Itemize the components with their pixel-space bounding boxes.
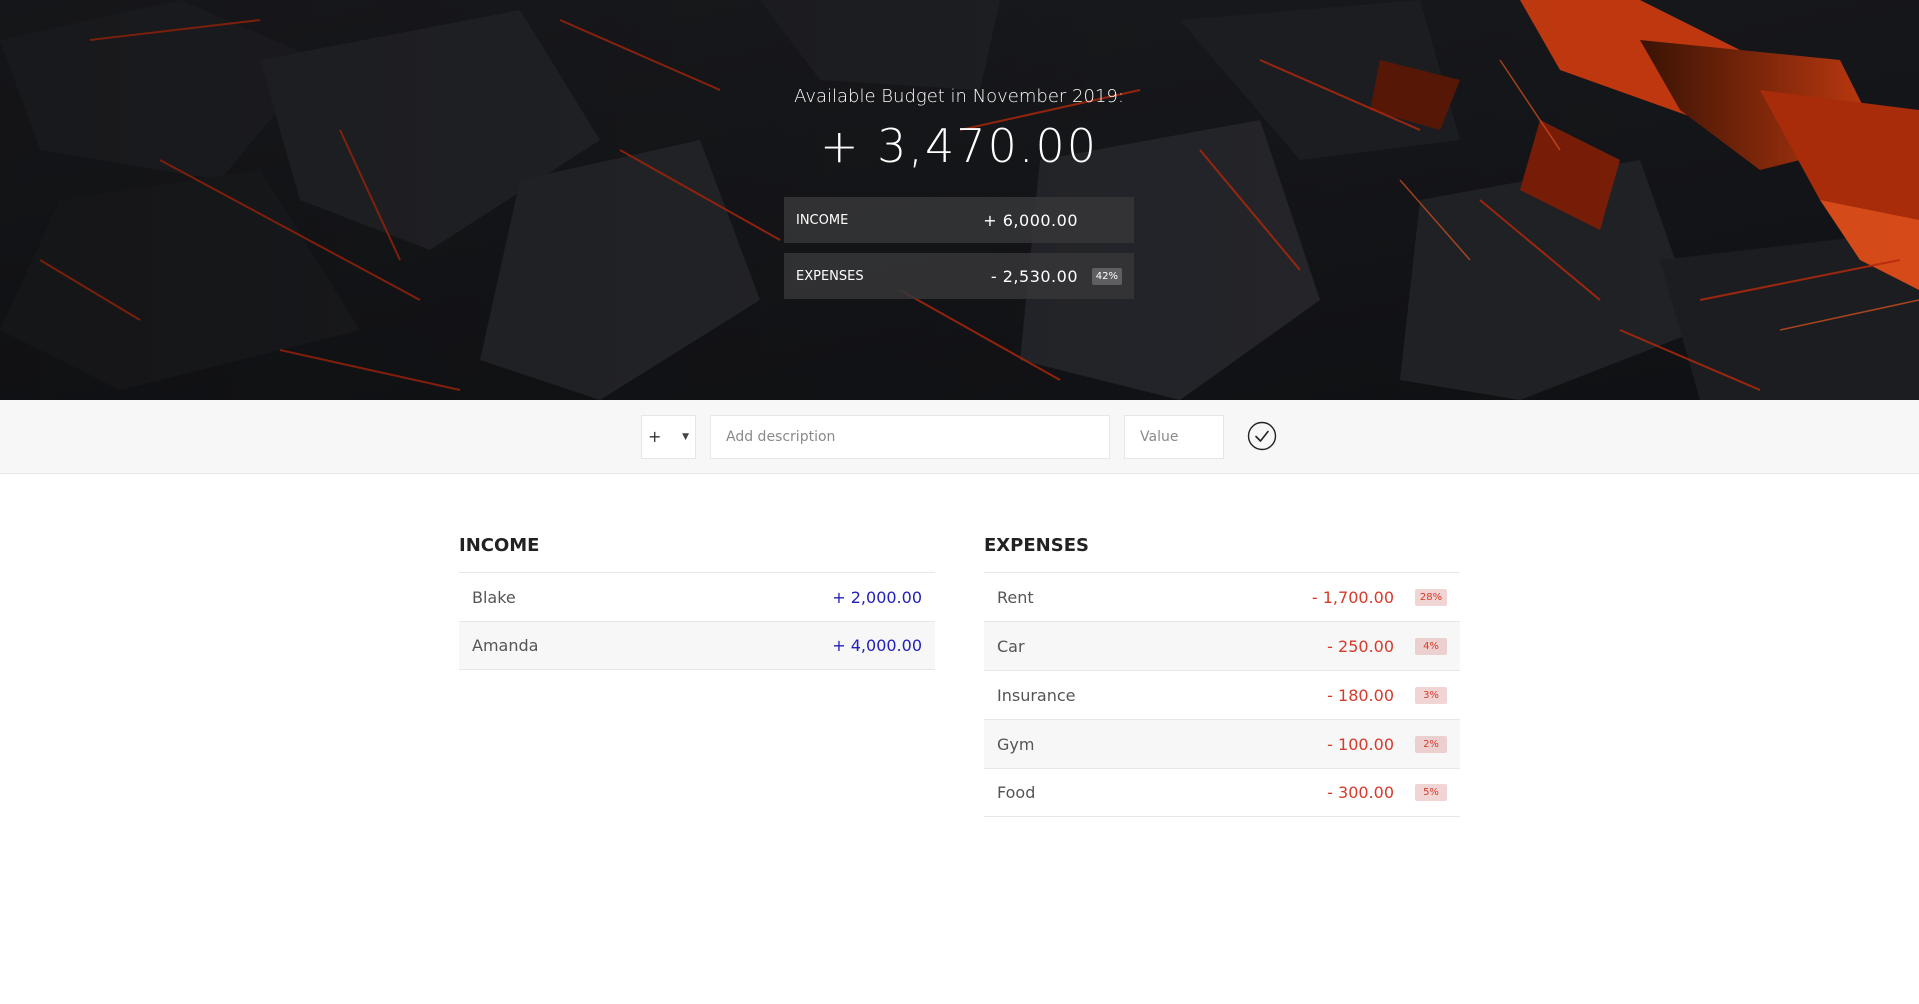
income-summary: Income + 6,000.00 <box>784 197 1134 243</box>
expense-item-value: - 1,700.00 <box>1311 587 1394 607</box>
expense-item-value: - 180.00 <box>1327 685 1394 705</box>
income-item-value: + 4,000.00 <box>832 636 922 655</box>
expense-item-description: Food <box>997 783 1036 802</box>
expense-item-description: Insurance <box>997 685 1076 705</box>
expense-item[interactable]: Food - 300.00 5% <box>984 768 1460 817</box>
expense-item-description: Rent <box>997 587 1034 607</box>
check-circle-icon <box>1247 421 1277 451</box>
budget-value: + 3,470.00 <box>819 119 1098 173</box>
income-list-items: Blake + 2,000.00 Amanda + 4,000.00 <box>459 572 935 670</box>
value-input[interactable] <box>1124 415 1224 459</box>
expense-item-percentage: 2% <box>1415 735 1447 753</box>
income-list: Income Blake + 2,000.00 Amanda + 4,000.0… <box>459 532 935 670</box>
expense-item[interactable]: Car - 250.00 4% <box>984 621 1460 670</box>
expense-item[interactable]: Rent - 1,700.00 28% <box>984 572 1460 621</box>
budget-summary: Available Budget in November 2019: + 3,4… <box>784 86 1134 309</box>
income-summary-label: Income <box>796 212 849 228</box>
income-item[interactable]: Amanda + 4,000.00 <box>459 621 935 670</box>
expense-item-percentage: 5% <box>1415 784 1447 801</box>
chevron-down-icon: ▼ <box>682 432 689 442</box>
type-select-value: + <box>648 427 662 446</box>
expense-item-description: Gym <box>997 734 1035 754</box>
income-summary-value: + 6,000.00 <box>983 210 1078 230</box>
expense-item-description: Car <box>997 636 1025 656</box>
expense-item-percentage: 28% <box>1415 588 1447 606</box>
expense-item[interactable]: Gym - 100.00 2% <box>984 719 1460 768</box>
expenses-summary-percentage: 42% <box>1091 267 1122 285</box>
expense-item-value: - 300.00 <box>1327 783 1394 802</box>
expenses-summary-value: - 2,530.00 <box>990 266 1078 286</box>
type-select[interactable]: + ▼ <box>641 415 696 459</box>
expenses-summary: Expenses - 2,530.00 42% <box>784 253 1134 299</box>
expense-item-value: - 100.00 <box>1327 734 1394 754</box>
budget-title: Available Budget in November 2019: <box>794 86 1124 107</box>
description-input[interactable] <box>710 415 1110 459</box>
income-item[interactable]: Blake + 2,000.00 <box>459 572 935 621</box>
add-entry-button[interactable] <box>1247 421 1277 451</box>
expenses-list: Expenses Rent - 1,700.00 28% Car - 250.0… <box>984 532 1460 817</box>
expense-item-percentage: 4% <box>1415 637 1447 655</box>
income-item-description: Blake <box>472 587 516 607</box>
expenses-summary-label: Expenses <box>796 268 864 284</box>
expense-item-value: - 250.00 <box>1327 636 1394 656</box>
expenses-list-title: Expenses <box>984 535 1089 556</box>
expenses-list-items: Rent - 1,700.00 28% Car - 250.00 4% Insu… <box>984 572 1460 817</box>
income-item-value: + 2,000.00 <box>832 587 922 607</box>
expense-item[interactable]: Insurance - 180.00 3% <box>984 670 1460 719</box>
expenses-summary-percentage-slot: 42% <box>1078 267 1122 285</box>
add-entry-bar: + ▼ <box>0 400 1919 474</box>
budget-header: Available Budget in November 2019: + 3,4… <box>0 0 1919 400</box>
income-list-title: Income <box>459 535 540 556</box>
income-item-description: Amanda <box>472 636 539 655</box>
expense-item-percentage: 3% <box>1415 686 1447 704</box>
